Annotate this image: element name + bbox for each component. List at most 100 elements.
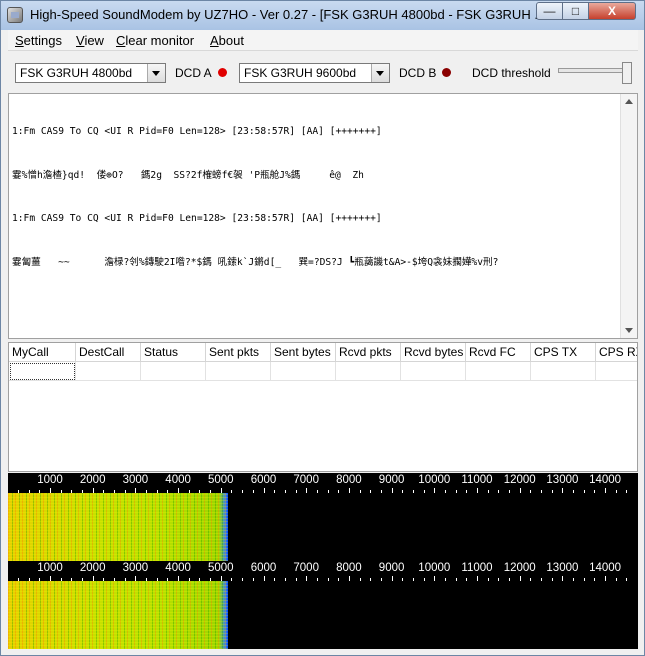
col-label: CPS TX	[534, 345, 578, 359]
window-title: High-Speed SoundModem by UZ7HO - Ver 0.2…	[30, 7, 546, 22]
table-cell[interactable]	[466, 362, 531, 381]
table-cell[interactable]	[336, 362, 401, 381]
maximize-button[interactable]: □	[562, 2, 589, 20]
waterfall-b-signal	[8, 581, 228, 649]
monitor-scrollbar[interactable]	[620, 94, 637, 338]
waterfall-b[interactable]	[8, 581, 638, 649]
scale-label: 4000	[165, 562, 191, 574]
col-destcall[interactable]: DestCall	[76, 343, 141, 362]
scale-label: 3000	[122, 562, 149, 574]
title-bar[interactable]: High-Speed SoundModem by UZ7HO - Ver 0.2…	[1, 1, 644, 30]
scale-label: 7000	[293, 562, 319, 574]
scale-label: 12000	[503, 562, 536, 574]
scale-label: 10000	[418, 474, 451, 486]
scale-label: 12000	[503, 474, 536, 486]
col-label: Status	[144, 345, 179, 359]
dcd-a-label: DCD A	[175, 66, 212, 80]
col-sent-pkts[interactable]: Sent pkts	[206, 343, 271, 362]
table-cell[interactable]	[76, 362, 141, 381]
col-rcvd-pkts[interactable]: Rcvd pkts	[336, 343, 401, 362]
scroll-up-icon[interactable]	[625, 99, 633, 104]
table-cell[interactable]	[9, 362, 76, 381]
scroll-down-icon[interactable]	[625, 328, 633, 333]
toolbar: FSK G3RUH 4800bd DCD A FSK G3RUH 9600bd …	[8, 53, 638, 91]
monitor-line: 霎匐薑 ~~ 澹椂?刢%鏄駛2I喒?*$鎷 吼鎍k`J鏘d[_ 巽=?DS?J …	[12, 256, 499, 268]
scale-label: 1000	[37, 562, 63, 574]
modem-b-value: FSK G3RUH 9600bd	[244, 66, 357, 80]
scale-label: 14000	[589, 562, 622, 574]
menu-clear-monitor[interactable]: Clear monitor	[116, 33, 194, 48]
col-cps-rx[interactable]: CPS RX	[596, 343, 637, 362]
menu-bar: Settings View Clear monitor About	[8, 30, 638, 51]
stats-table: MyCall DestCall Status Sent pkts Sent by…	[8, 342, 638, 472]
table-cell[interactable]	[141, 362, 206, 381]
slider-groove	[558, 68, 630, 73]
waterfall-a-signal	[8, 493, 228, 561]
col-status[interactable]: Status	[141, 343, 206, 362]
app-icon[interactable]	[7, 7, 23, 23]
scale-label: 6000	[250, 474, 277, 486]
dcd-threshold-label: DCD threshold	[472, 66, 551, 80]
scale-label: 8000	[336, 562, 362, 574]
table-cell[interactable]	[596, 362, 637, 381]
close-button[interactable]: X	[588, 2, 636, 20]
table-cell[interactable]	[531, 362, 596, 381]
col-cps-tx[interactable]: CPS TX	[531, 343, 596, 362]
modem-a-select[interactable]: FSK G3RUH 4800bd	[15, 63, 166, 83]
col-mycall[interactable]: MyCall	[9, 343, 76, 362]
scale-label: 5000	[208, 562, 234, 574]
app-window: High-Speed SoundModem by UZ7HO - Ver 0.2…	[0, 0, 645, 656]
scale-label: 14000	[589, 474, 622, 486]
col-label: MyCall	[12, 345, 49, 359]
col-label: Rcvd bytes	[404, 345, 464, 359]
dcd-threshold-slider[interactable]	[558, 61, 638, 85]
monitor-line: 1:Fm CAS9 To CQ <UI R Pid=F0 Len=128> [2…	[12, 126, 382, 137]
menu-view[interactable]: View	[76, 33, 104, 48]
scale-label: 7000	[293, 474, 319, 486]
dcd-b-indicator	[442, 68, 451, 77]
scale-label: 4000	[165, 474, 191, 486]
col-rcvd-fc[interactable]: Rcvd FC	[466, 343, 531, 362]
scale-label: 8000	[336, 474, 362, 486]
modem-b-select[interactable]: FSK G3RUH 9600bd	[239, 63, 390, 83]
col-rcvd-bytes[interactable]: Rcvd bytes	[401, 343, 466, 362]
scale-label: 2000	[79, 562, 106, 574]
chevron-down-icon[interactable]	[147, 64, 165, 82]
scale-label: 1000	[37, 474, 63, 486]
dcd-b-label: DCD B	[399, 66, 437, 80]
col-label: DestCall	[79, 345, 125, 359]
col-sent-bytes[interactable]: Sent bytes	[271, 343, 336, 362]
scale-label: 2000	[79, 474, 106, 486]
monitor-line: 霎%憎h澹楂}qd! 偻⊕O? 鎷2g SS?2f榷螃f€袈 'P瓶舱J%鎷 ê…	[12, 169, 364, 181]
frequency-scale-a: 1000 2000 3000 4000 5000 6000 7000 8000 9000 1000…	[8, 473, 638, 493]
scale-label: 3000	[122, 474, 149, 486]
scale-label: 5000	[208, 474, 234, 486]
scale-label: 9000	[378, 474, 405, 486]
chevron-down-icon[interactable]	[371, 64, 389, 82]
stats-header-row: MyCall DestCall Status Sent pkts Sent by…	[9, 343, 637, 362]
monitor-line: 1:Fm CAS9 To CQ <UI R Pid=F0 Len=128> [2…	[12, 213, 382, 224]
scale-label: 6000	[250, 562, 277, 574]
modem-a-value: FSK G3RUH 4800bd	[20, 66, 133, 80]
scale-label: 10000	[418, 562, 451, 574]
col-label: Rcvd pkts	[339, 345, 392, 359]
table-cell[interactable]	[206, 362, 271, 381]
col-label: CPS RX	[599, 345, 637, 359]
waterfall-a[interactable]	[8, 493, 638, 561]
scale-label: 11000	[461, 474, 493, 486]
frequency-scale-b: 1000 2000 3000 4000 5000 6000 7000 8000 9000 1000…	[8, 561, 638, 581]
menu-about[interactable]: About	[210, 33, 244, 48]
monitor-panel[interactable]: 1:Fm CAS9 To CQ <UI R Pid=F0 Len=128> [2…	[8, 93, 638, 339]
scale-label: 13000	[546, 562, 579, 574]
col-label: Sent pkts	[209, 345, 260, 359]
col-label: Rcvd FC	[469, 345, 516, 359]
menu-settings[interactable]: Settings	[15, 33, 62, 48]
scale-label: 9000	[378, 562, 405, 574]
minimize-button[interactable]: —	[536, 2, 563, 20]
monitor-text: 1:Fm CAS9 To CQ <UI R Pid=F0 Len=128> [2…	[12, 96, 498, 299]
slider-thumb[interactable]	[622, 62, 632, 84]
table-cell[interactable]	[271, 362, 336, 381]
col-label: Sent bytes	[274, 345, 331, 359]
scale-label: 13000	[546, 474, 579, 486]
table-cell[interactable]	[401, 362, 466, 381]
